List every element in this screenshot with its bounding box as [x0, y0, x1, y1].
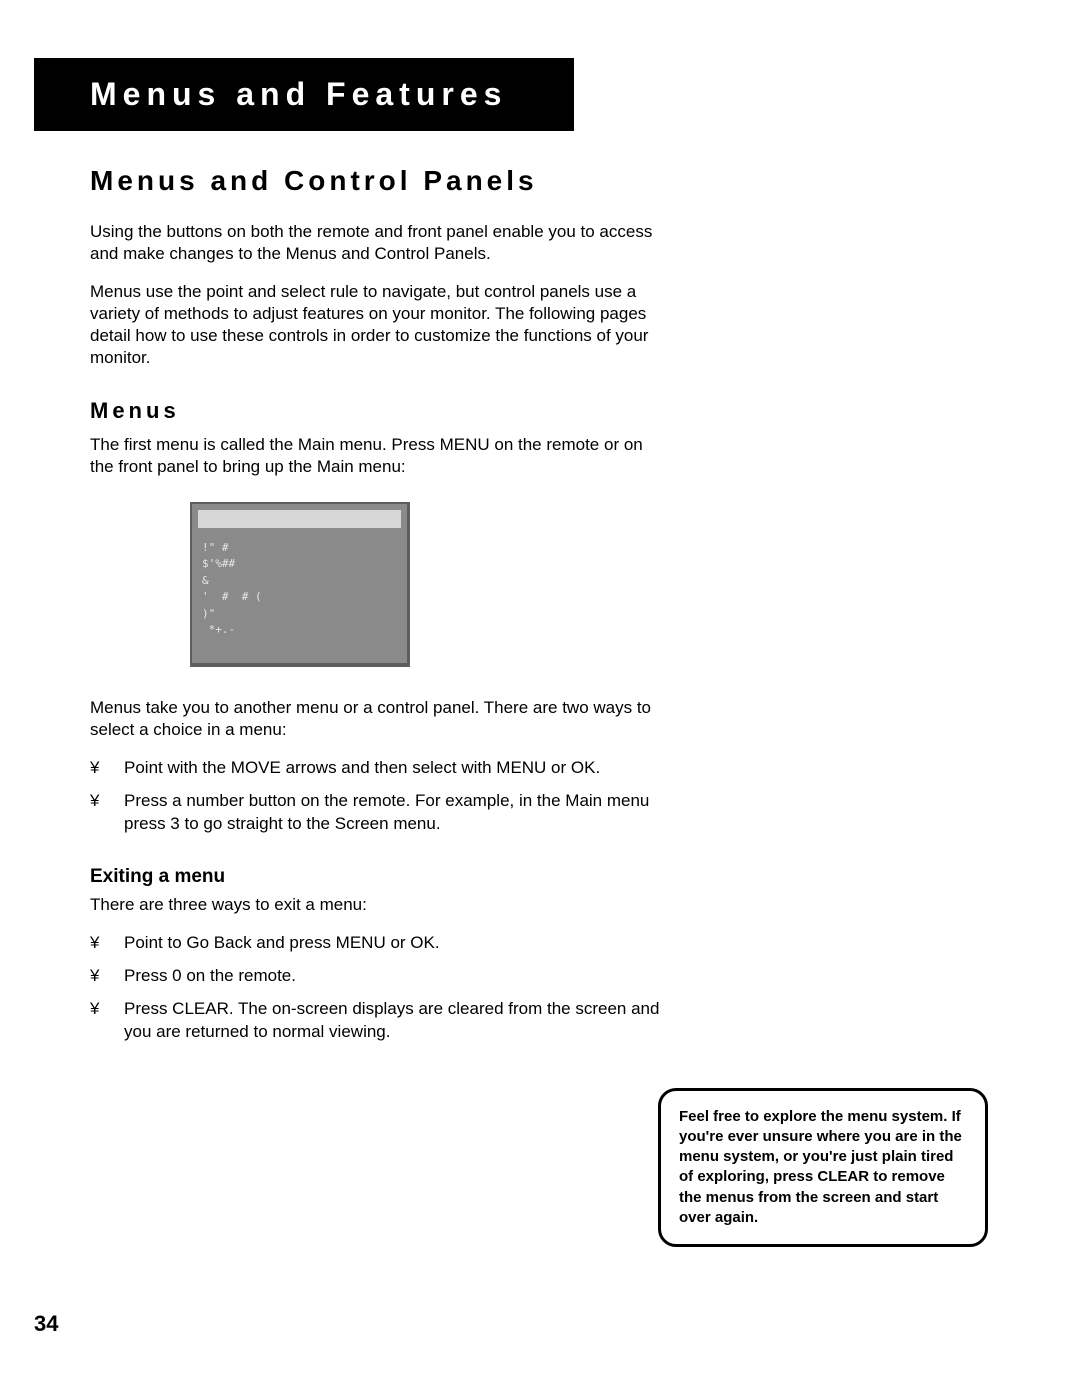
- list-item: ¥ Press CLEAR. The on-screen displays ar…: [90, 998, 670, 1044]
- manual-page: Menus and Features Menus and Control Pan…: [0, 0, 1080, 1397]
- exiting-paragraph: There are three ways to exit a menu:: [90, 894, 670, 916]
- intro-paragraph-1: Using the buttons on both the remote and…: [90, 221, 670, 265]
- tv-screen-titlebar: [198, 510, 401, 528]
- bullet-text: Point to Go Back and press MENU or OK.: [124, 932, 670, 955]
- bullet-icon: ¥: [90, 790, 124, 836]
- list-item: ¥ Press 0 on the remote.: [90, 965, 670, 988]
- section-heading: Menus and Control Panels: [90, 165, 670, 197]
- screenshot-figure: !" # $'%## & ' # # ( )" *+.-: [190, 502, 670, 667]
- bullet-text: Press a number button on the remote. For…: [124, 790, 670, 836]
- intro-paragraph-2: Menus use the point and select rule to n…: [90, 281, 670, 369]
- tv-screen-mockup: !" # $'%## & ' # # ( )" *+.-: [190, 502, 410, 667]
- exiting-heading: Exiting a menu: [90, 866, 670, 888]
- menus-heading: Menus: [90, 398, 670, 424]
- tip-callout-box: Feel free to explore the menu system. If…: [658, 1088, 988, 1248]
- chapter-title-bar: Menus and Features: [34, 58, 574, 131]
- bullet-text: Press CLEAR. The on-screen displays are …: [124, 998, 670, 1044]
- bullet-text: Press 0 on the remote.: [124, 965, 670, 988]
- list-item: ¥ Point with the MOVE arrows and then se…: [90, 757, 670, 780]
- exit-bullet-list: ¥ Point to Go Back and press MENU or OK.…: [90, 932, 670, 1044]
- tv-screen-menu-text: !" # $'%## & ' # # ( )" *+.-: [198, 540, 401, 639]
- menus-bullet-list: ¥ Point with the MOVE arrows and then se…: [90, 757, 670, 836]
- tip-text: Feel free to explore the menu system. If…: [679, 1108, 962, 1226]
- list-item: ¥ Press a number button on the remote. F…: [90, 790, 670, 836]
- menus-paragraph-2: Menus take you to another menu or a cont…: [90, 697, 670, 741]
- bullet-icon: ¥: [90, 757, 124, 780]
- chapter-title: Menus and Features: [90, 76, 507, 112]
- page-content: Menus and Control Panels Using the butto…: [90, 165, 670, 1044]
- bullet-icon: ¥: [90, 932, 124, 955]
- menus-paragraph-1: The first menu is called the Main menu. …: [90, 434, 670, 478]
- list-item: ¥ Point to Go Back and press MENU or OK.: [90, 932, 670, 955]
- bullet-icon: ¥: [90, 998, 124, 1044]
- bullet-text: Point with the MOVE arrows and then sele…: [124, 757, 670, 780]
- page-number: 34: [34, 1311, 58, 1337]
- bullet-icon: ¥: [90, 965, 124, 988]
